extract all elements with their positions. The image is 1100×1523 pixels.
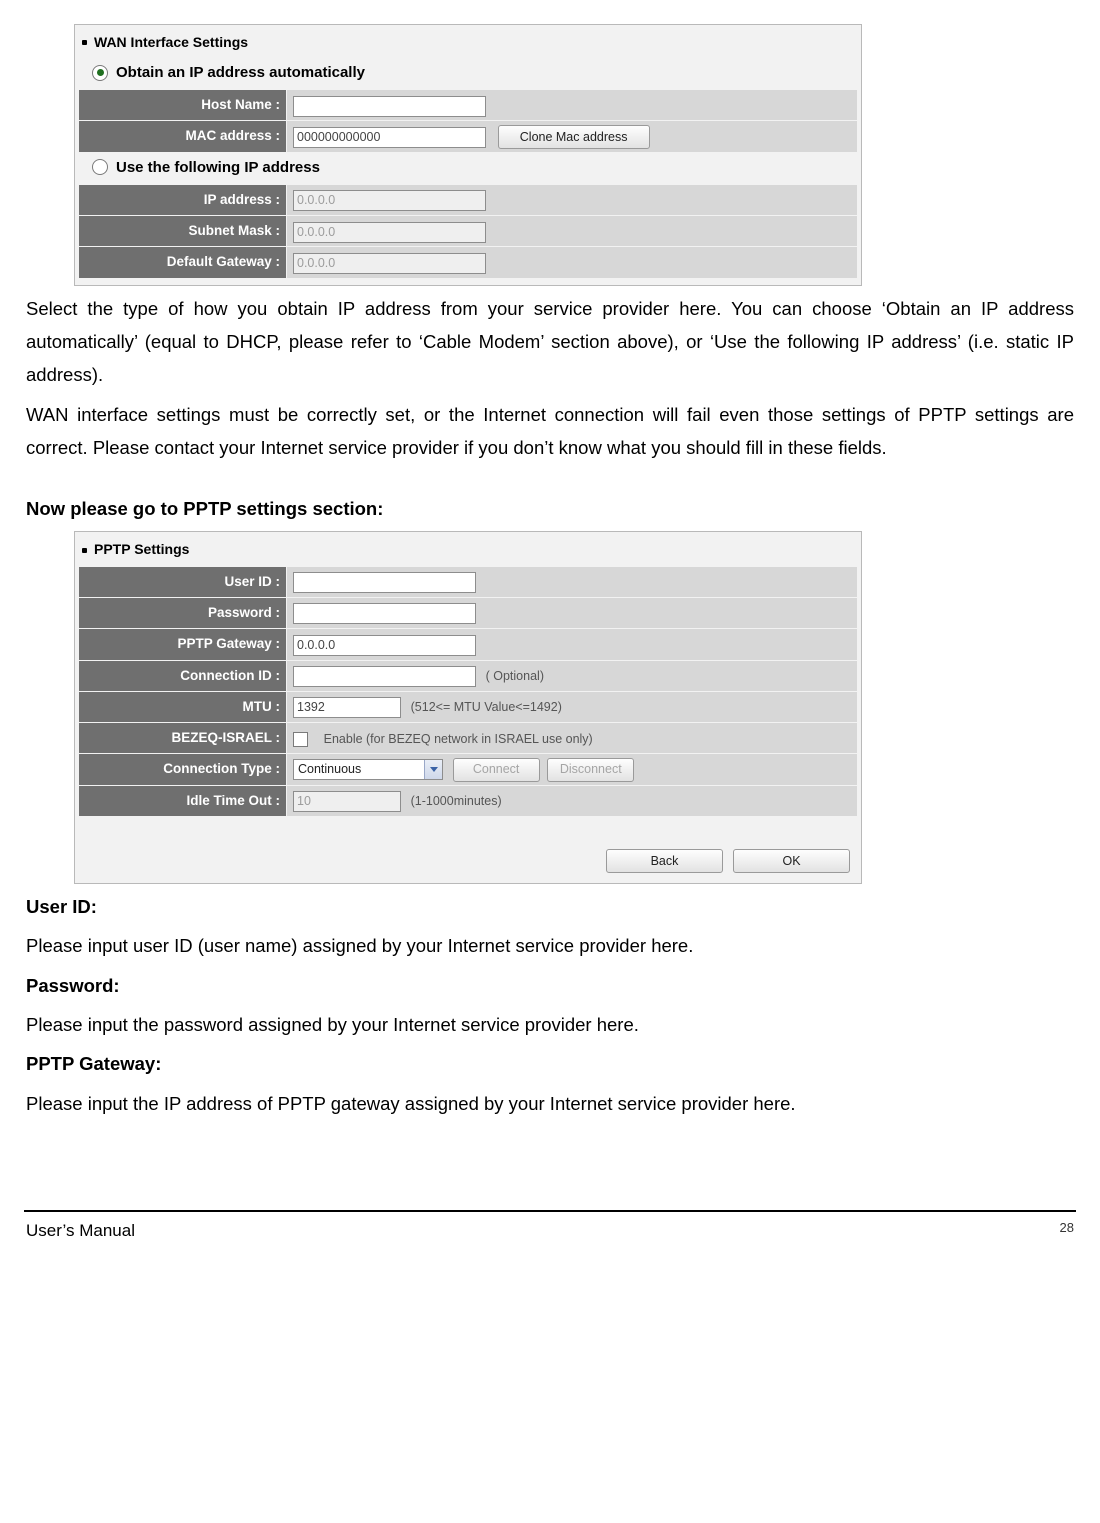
hint-text: Enable (for BEZEQ network in ISRAEL use … bbox=[318, 732, 593, 746]
password-input[interactable] bbox=[293, 603, 476, 624]
bullet-icon bbox=[82, 40, 87, 45]
disconnect-button[interactable]: Disconnect bbox=[547, 758, 634, 782]
user-id-input[interactable] bbox=[293, 572, 476, 593]
label-conn-type: Connection Type : bbox=[79, 754, 286, 784]
hint-text: (512<= MTU Value<=1492) bbox=[405, 700, 562, 714]
page-footer: User’s Manual 28 bbox=[24, 1210, 1076, 1267]
connection-type-select[interactable]: Continuous bbox=[293, 759, 443, 780]
paragraph: Select the type of how you obtain IP add… bbox=[26, 292, 1074, 392]
subnet-input[interactable] bbox=[293, 222, 486, 243]
clone-mac-button[interactable]: Clone Mac address bbox=[498, 125, 650, 149]
connection-id-input[interactable] bbox=[293, 666, 476, 687]
select-value: Continuous bbox=[294, 758, 424, 781]
ok-button[interactable]: OK bbox=[733, 849, 850, 873]
heading-user-id: User ID: bbox=[26, 890, 1074, 923]
back-button[interactable]: Back bbox=[606, 849, 723, 873]
mac-input[interactable] bbox=[293, 127, 486, 148]
bullet-icon bbox=[82, 548, 87, 553]
idle-timeout-input[interactable] bbox=[293, 791, 401, 812]
footer-title: User’s Manual bbox=[26, 1216, 135, 1247]
label-subnet: Subnet Mask : bbox=[79, 216, 286, 246]
hint-text: ( Optional) bbox=[480, 669, 544, 683]
hint-text: (1-1000minutes) bbox=[405, 794, 502, 808]
label-user-id: User ID : bbox=[79, 567, 286, 597]
label-idle: Idle Time Out : bbox=[79, 786, 286, 816]
mtu-input[interactable] bbox=[293, 697, 401, 718]
page-number: 28 bbox=[1060, 1216, 1074, 1247]
heading-pptp: Now please go to PPTP settings section: bbox=[26, 492, 1074, 525]
radio-use-static[interactable]: Use the following IP address bbox=[78, 153, 858, 184]
label-bezeq: BEZEQ-ISRAEL : bbox=[79, 723, 286, 753]
label-host-name: Host Name : bbox=[79, 90, 286, 120]
panel-title: WAN Interface Settings bbox=[94, 30, 248, 55]
heading-pptp-gw: PPTP Gateway: bbox=[26, 1047, 1074, 1080]
label-ip: IP address : bbox=[79, 185, 286, 215]
label-mac: MAC address : bbox=[79, 121, 286, 151]
label-mtu: MTU : bbox=[79, 692, 286, 722]
bezeq-checkbox[interactable] bbox=[293, 732, 308, 747]
label-gateway: Default Gateway : bbox=[79, 247, 286, 277]
host-name-input[interactable] bbox=[293, 96, 486, 117]
label-password: Password : bbox=[79, 598, 286, 628]
radio-unselected-icon bbox=[92, 159, 108, 175]
label-conn-id: Connection ID : bbox=[79, 661, 286, 691]
chevron-down-icon bbox=[424, 760, 442, 779]
paragraph: Please input the IP address of PPTP gate… bbox=[26, 1087, 1074, 1120]
radio-obtain-auto[interactable]: Obtain an IP address automatically bbox=[78, 58, 858, 89]
radio-selected-icon bbox=[92, 65, 108, 81]
wan-interface-panel: WAN Interface Settings Obtain an IP addr… bbox=[74, 24, 862, 286]
connect-button[interactable]: Connect bbox=[453, 758, 540, 782]
pptp-gateway-input[interactable] bbox=[293, 635, 476, 656]
gateway-input[interactable] bbox=[293, 253, 486, 274]
label-pptp-gw: PPTP Gateway : bbox=[79, 629, 286, 659]
radio-label: Obtain an IP address automatically bbox=[116, 59, 365, 86]
paragraph: Please input the password assigned by yo… bbox=[26, 1008, 1074, 1041]
radio-label: Use the following IP address bbox=[116, 154, 320, 181]
paragraph: WAN interface settings must be correctly… bbox=[26, 398, 1074, 465]
panel-title: PPTP Settings bbox=[94, 537, 189, 562]
ip-input[interactable] bbox=[293, 190, 486, 211]
pptp-settings-panel: PPTP Settings User ID : Password : PPTP … bbox=[74, 531, 862, 884]
heading-password: Password: bbox=[26, 969, 1074, 1002]
paragraph: Please input user ID (user name) assigne… bbox=[26, 929, 1074, 962]
